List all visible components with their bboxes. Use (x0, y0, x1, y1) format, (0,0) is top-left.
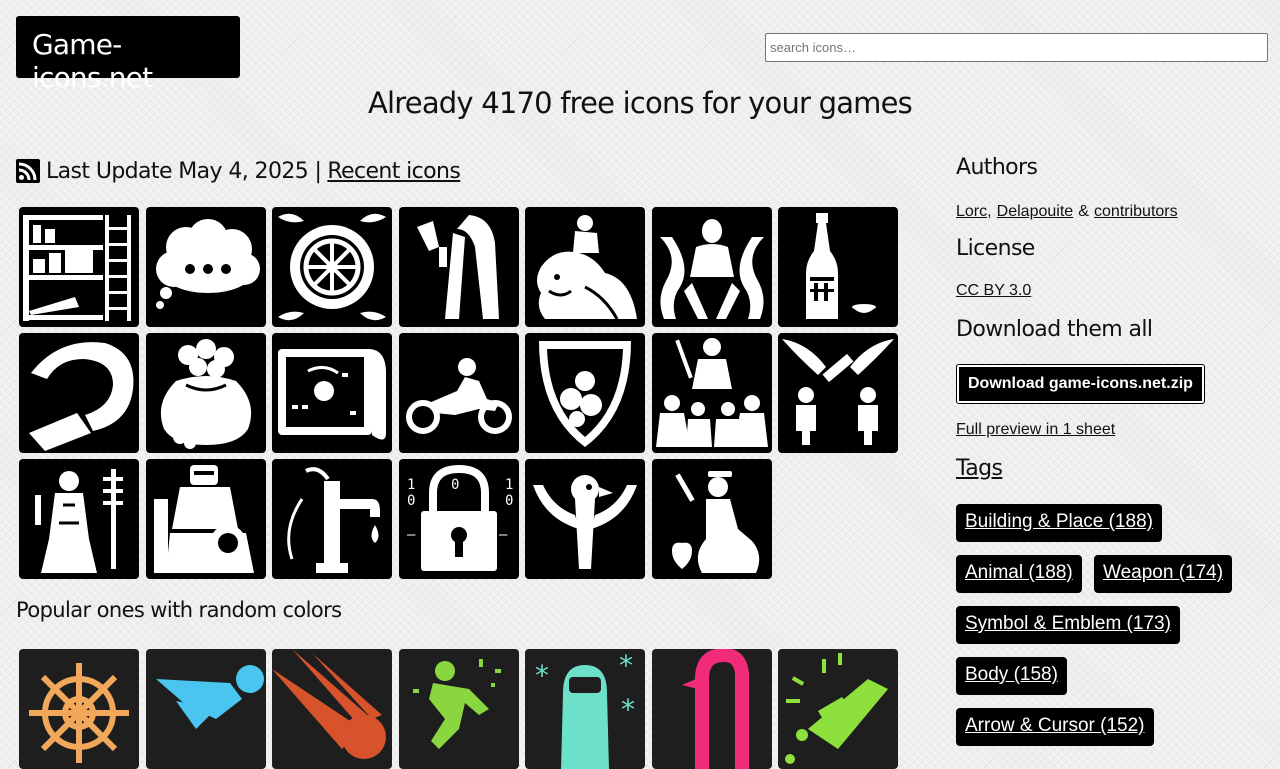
treasure-sack-icon[interactable] (145, 333, 266, 453)
ship-wheel-icon[interactable] (19, 649, 139, 769)
rss-icon[interactable] (16, 159, 40, 183)
crowd-figure-icon[interactable] (651, 333, 772, 453)
latest-icons-grid: 1 0 1 0 0— — (19, 207, 899, 579)
bookshelf-icon[interactable] (19, 207, 139, 327)
authors-heading: Authors (956, 155, 1038, 180)
hazmat-suit-icon[interactable]: * * * (525, 649, 645, 769)
svg-text:1: 1 (407, 477, 415, 493)
bubble-shield-icon[interactable] (525, 333, 645, 453)
lion-rider-icon[interactable] (525, 207, 645, 327)
tag-symbol-emblem[interactable]: Symbol & Emblem (173) (956, 606, 1180, 644)
binary-padlock-icon[interactable]: 1 0 1 0 0— — (398, 459, 519, 579)
svg-text:*: * (535, 659, 549, 692)
winged-figures-icon[interactable] (778, 333, 898, 453)
last-update-text: Last Update May 4, 2025 | (46, 158, 322, 184)
comet-icon[interactable] (272, 649, 392, 769)
shaman-totem-icon[interactable] (19, 459, 139, 579)
page-headline: Already 4170 free icons for your games (368, 86, 913, 120)
download-heading: Download them all (956, 317, 1153, 342)
tag-body[interactable]: Body (158) (956, 657, 1067, 695)
svg-text:0: 0 (407, 493, 415, 509)
search-input[interactable] (765, 33, 1268, 62)
bird-emblem-icon[interactable] (525, 459, 645, 579)
svg-text:1: 1 (505, 477, 513, 493)
cloaked-figure-icon[interactable] (398, 207, 519, 327)
tag-building-place[interactable]: Building & Place (188) (956, 504, 1162, 542)
download-zip-button[interactable]: Download game-icons.net.zip (956, 364, 1205, 404)
sea-serpent-icon[interactable] (651, 649, 772, 769)
recent-icons-link[interactable]: Recent icons (327, 159, 461, 184)
popular-section-title: Popular ones with random colors (16, 598, 342, 622)
contributors-link[interactable]: contributors (1094, 203, 1178, 220)
license-link[interactable]: CC BY 3.0 (956, 282, 1031, 300)
sake-bottle-icon[interactable] (778, 207, 898, 327)
author-lorc-link[interactable]: Lorc, (956, 203, 992, 220)
authors-list: Lorc, Delapouite & contributors (956, 201, 1178, 221)
seated-lady-heart-icon[interactable] (651, 459, 772, 579)
water-pump-icon[interactable] (272, 459, 392, 579)
ampersand: & (1078, 203, 1089, 220)
tag-animal[interactable]: Animal (188) (956, 555, 1082, 593)
license-heading: License (956, 236, 1035, 261)
falling-man-icon[interactable] (398, 649, 519, 769)
last-update-line: Last Update May 4, 2025 | Recent icons (16, 155, 461, 187)
thought-bubble-icon[interactable] (145, 207, 266, 327)
svg-text:*: * (621, 693, 635, 726)
tag-arrow-cursor[interactable]: Arrow & Cursor (152) (956, 708, 1154, 746)
meditating-figure-flames-icon[interactable] (651, 207, 772, 327)
motorcycle-rider-icon[interactable] (398, 333, 519, 453)
site-logo[interactable]: Game-icons.net (16, 16, 240, 94)
full-preview-link[interactable]: Full preview in 1 sheet (956, 421, 1115, 439)
treasure-map-icon[interactable] (272, 333, 392, 453)
popular-icons-grid: * * * (19, 649, 899, 769)
svg-text:0: 0 (505, 493, 513, 509)
tags-heading: Tags (956, 456, 1003, 481)
ship-wheel-shield-icon[interactable] (272, 207, 392, 327)
author-delapouite-link[interactable]: Delapouite (997, 203, 1074, 220)
svg-text:*: * (619, 649, 633, 682)
punch-blast-icon[interactable] (778, 649, 898, 769)
svg-text:—: — (407, 527, 416, 543)
tag-weapon[interactable]: Weapon (174) (1094, 555, 1233, 593)
svg-text:0: 0 (451, 477, 459, 493)
hook-claw-icon[interactable] (19, 333, 139, 453)
seated-knight-icon[interactable] (145, 459, 266, 579)
running-ninja-icon[interactable] (145, 649, 266, 769)
svg-text:—: — (499, 527, 508, 543)
